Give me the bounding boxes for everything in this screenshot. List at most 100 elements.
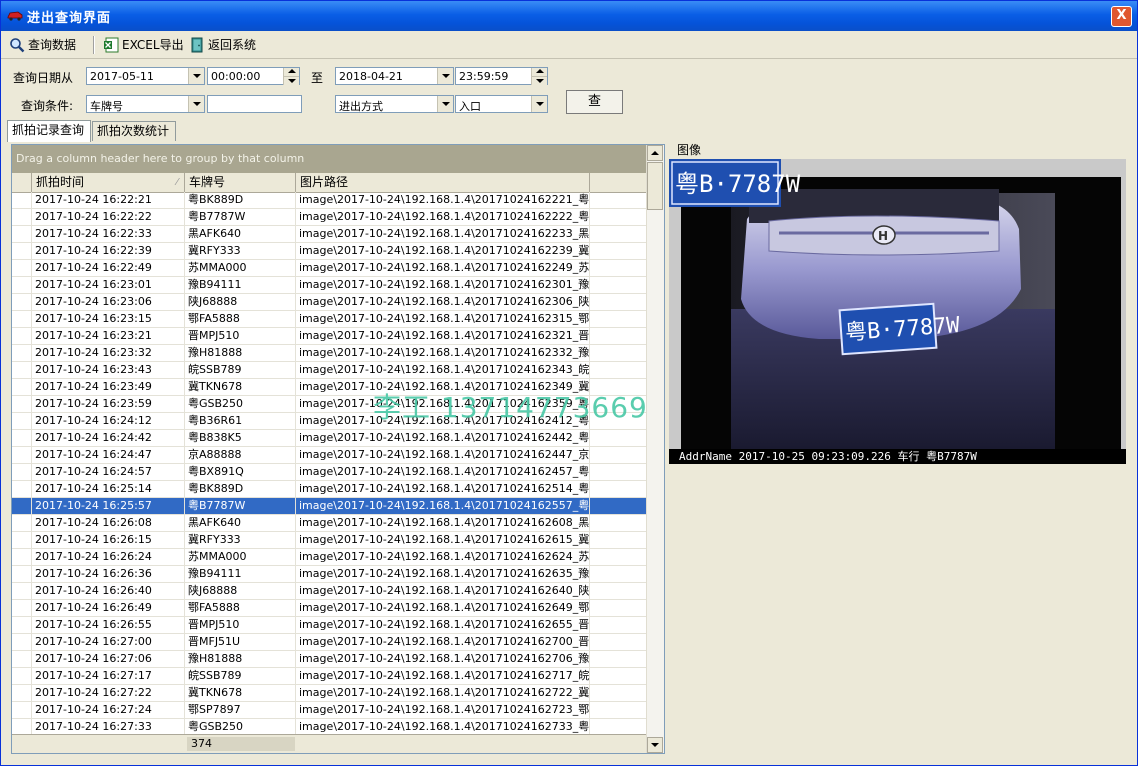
title-bar[interactable]: 进出查询界面 X <box>1 1 1137 31</box>
condition-value-input[interactable] <box>207 95 302 113</box>
table-row[interactable]: 2017-10-24 16:22:21 粤BK889D image\2017-10-… <box>12 192 648 209</box>
row-indicator <box>12 719 32 734</box>
grid-vertical-scrollbar[interactable] <box>646 145 664 753</box>
row-indicator <box>12 226 32 242</box>
header-image-path[interactable]: 图片路径 <box>296 173 590 192</box>
scroll-down-button[interactable] <box>647 737 663 753</box>
time-to-spinner[interactable]: 23:59:59 <box>455 67 548 85</box>
capture-time-cell: 2017-10-24 16:27:00 <box>32 634 185 650</box>
table-row[interactable]: 2017-10-24 16:26:24 苏MMA000 image\2017-10-… <box>12 549 648 566</box>
table-row[interactable]: 2017-10-24 16:27:06 豫H81888 image\2017-10-… <box>12 651 648 668</box>
table-row[interactable]: 2017-10-24 16:25:57 粤B7787W image\2017-10-… <box>12 498 648 515</box>
capture-image[interactable]: H 粤B·7787W 粤B·7787W AddrName 2017-10-25 … <box>669 159 1126 464</box>
table-row[interactable]: 2017-10-24 16:23:21 晋MPJ510 image\2017-10-… <box>12 328 648 345</box>
close-button[interactable]: X <box>1111 6 1132 27</box>
capture-time-cell: 2017-10-24 16:24:47 <box>32 447 185 463</box>
plate-number-cell: 晋MPJ510 <box>185 328 296 344</box>
row-indicator <box>12 668 32 684</box>
row-indicator <box>12 702 32 718</box>
table-row[interactable]: 2017-10-24 16:25:14 粤BK889D image\2017-10-… <box>12 481 648 498</box>
header-plate-number[interactable]: 车牌号 <box>185 173 296 192</box>
time-from-value: 00:00:00 <box>211 70 261 83</box>
table-row[interactable]: 2017-10-24 16:22:39 冀RFY333 image\2017-10-… <box>12 243 648 260</box>
table-row[interactable]: 2017-10-24 16:26:15 冀RFY333 image\2017-10-… <box>12 532 648 549</box>
plate-number-cell: 冀RFY333 <box>185 532 296 548</box>
time-from-up-arrow[interactable] <box>283 68 299 76</box>
table-row[interactable]: 2017-10-24 16:27:17 皖SSB789 image\2017-10-… <box>12 668 648 685</box>
plate-number-cell: 粤BK889D <box>185 192 296 208</box>
capture-time-cell: 2017-10-24 16:22:22 <box>32 209 185 225</box>
table-row[interactable]: 2017-10-24 16:22:22 粤B7787W image\2017-10-… <box>12 209 648 226</box>
capture-time-cell: 2017-10-24 16:24:57 <box>32 464 185 480</box>
table-row[interactable]: 2017-10-24 16:26:40 陕J68888 image\2017-10-… <box>12 583 648 600</box>
plate-number-cell: 陕J68888 <box>185 583 296 599</box>
time-to-up-arrow[interactable] <box>531 68 547 76</box>
capture-time-cell: 2017-10-24 16:27:24 <box>32 702 185 718</box>
table-row[interactable]: 2017-10-24 16:27:33 粤GSB250 image\2017-10-… <box>12 719 648 734</box>
row-indicator <box>12 209 32 225</box>
table-row[interactable]: 2017-10-24 16:24:42 粤B838K5 image\2017-10-… <box>12 430 648 447</box>
image-path-cell: image\2017-10-24\192.168.1.4\20171024162… <box>296 702 590 718</box>
query-data-label: 查询数据 <box>28 38 77 52</box>
table-row[interactable]: 2017-10-24 16:22:49 苏MMA000 image\2017-10-… <box>12 260 648 277</box>
row-indicator <box>12 447 32 463</box>
table-row[interactable]: 2017-10-24 16:23:32 豫H81888 image\2017-10-… <box>12 345 648 362</box>
condition-field-dropdown-arrow[interactable] <box>188 96 204 112</box>
query-data-button[interactable]: 查询数据 <box>9 35 76 55</box>
row-indicator <box>12 362 32 378</box>
row-indicator <box>12 481 32 497</box>
table-row[interactable]: 2017-10-24 16:23:01 豫B94111 image\2017-10-… <box>12 277 648 294</box>
table-row[interactable]: 2017-10-24 16:24:47 京A88888 image\2017-10-… <box>12 447 648 464</box>
plate-number-cell: 晋MFJ51U <box>185 634 296 650</box>
back-to-system-button[interactable]: 返回系统 <box>189 35 256 55</box>
entry-mode-field-select[interactable]: 进出方式 <box>335 95 454 113</box>
table-row[interactable]: 2017-10-24 16:23:15 鄂FA5888 image\2017-10-… <box>12 311 648 328</box>
time-to-down-arrow[interactable] <box>531 76 547 85</box>
tab-capture-records[interactable]: 抓拍记录查询 <box>7 120 91 142</box>
table-row[interactable]: 2017-10-24 16:26:49 鄂FA5888 image\2017-10-… <box>12 600 648 617</box>
plate-number-cell: 粤B838K5 <box>185 430 296 446</box>
group-by-panel[interactable]: Drag a column header here to group by th… <box>12 145 648 173</box>
image-path-cell: image\2017-10-24\192.168.1.4\20171024162… <box>296 260 590 276</box>
time-from-spinner[interactable]: 00:00:00 <box>207 67 300 85</box>
table-row[interactable]: 2017-10-24 16:23:43 皖SSB789 image\2017-10-… <box>12 362 648 379</box>
entry-mode-value-dropdown-arrow[interactable] <box>531 96 547 112</box>
scroll-thumb[interactable] <box>647 162 663 210</box>
date-to-picker[interactable]: 2018-04-21 <box>335 67 454 85</box>
plate-number-cell: 粤B36R61 <box>185 413 296 429</box>
date-from-dropdown-arrow[interactable] <box>188 68 204 84</box>
condition-field-select[interactable]: 车牌号 <box>86 95 205 113</box>
plate-number-cell: 苏MMA000 <box>185 549 296 565</box>
scroll-down-arrow-icon <box>651 743 659 747</box>
row-indicator <box>12 464 32 480</box>
date-from-picker[interactable]: 2017-05-11 <box>86 67 205 85</box>
vehicle-photo: H 粤B·7787W 粤B·7787W AddrName 2017-10-25 … <box>669 159 1126 464</box>
excel-export-button[interactable]: EXCEL导出 <box>103 35 184 55</box>
entry-mode-field-dropdown-arrow[interactable] <box>437 96 453 112</box>
table-row[interactable]: 2017-10-24 16:27:00 晋MFJ51U image\2017-10-… <box>12 634 648 651</box>
table-row[interactable]: 2017-10-24 16:24:57 粤BX891Q image\2017-10-… <box>12 464 648 481</box>
table-row[interactable]: 2017-10-24 16:26:08 黑AFK640 image\2017-10-… <box>12 515 648 532</box>
header-capture-time[interactable]: 抓拍时间 ⁄ <box>32 173 185 192</box>
time-from-down-arrow[interactable] <box>283 76 299 85</box>
capture-time-cell: 2017-10-24 16:27:06 <box>32 651 185 667</box>
search-button[interactable]: 查 <box>566 90 623 114</box>
table-row[interactable]: 2017-10-24 16:23:06 陕J68888 image\2017-10-… <box>12 294 648 311</box>
capture-time-cell: 2017-10-24 16:26:15 <box>32 532 185 548</box>
time-to-value: 23:59:59 <box>459 70 509 83</box>
capture-time-cell: 2017-10-24 16:26:08 <box>32 515 185 531</box>
image-path-cell: image\2017-10-24\192.168.1.4\20171024162… <box>296 345 590 361</box>
entry-mode-value-select[interactable]: 入口 <box>455 95 548 113</box>
plate-number-cell: 粤GSB250 <box>185 719 296 734</box>
tab-capture-stats[interactable]: 抓拍次数统计 <box>92 121 176 141</box>
plate-number-cell: 陕J68888 <box>185 294 296 310</box>
table-row[interactable]: 2017-10-24 16:26:36 豫B94111 image\2017-10-… <box>12 566 648 583</box>
scroll-up-button[interactable] <box>647 145 663 161</box>
row-indicator <box>12 260 32 276</box>
table-row[interactable]: 2017-10-24 16:22:33 黑AFK640 image\2017-10-… <box>12 226 648 243</box>
table-row[interactable]: 2017-10-24 16:27:22 冀TKN678 image\2017-10-… <box>12 685 648 702</box>
search-icon <box>10 38 25 53</box>
table-row[interactable]: 2017-10-24 16:27:24 鄂SP7897 image\2017-10-… <box>12 702 648 719</box>
date-to-dropdown-arrow[interactable] <box>437 68 453 84</box>
table-row[interactable]: 2017-10-24 16:26:55 晋MPJ510 image\2017-10-… <box>12 617 648 634</box>
